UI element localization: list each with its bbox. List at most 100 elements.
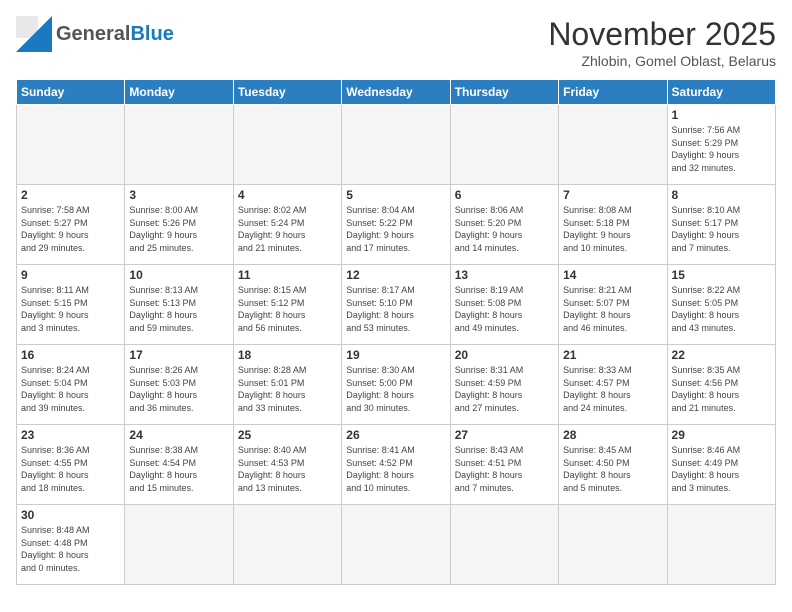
day-number: 18 (238, 348, 337, 362)
day-sun-info: Sunrise: 8:02 AM Sunset: 5:24 PM Dayligh… (238, 204, 337, 254)
calendar-cell: 5Sunrise: 8:04 AM Sunset: 5:22 PM Daylig… (342, 185, 450, 265)
day-number: 6 (455, 188, 554, 202)
day-sun-info: Sunrise: 8:24 AM Sunset: 5:04 PM Dayligh… (21, 364, 120, 414)
day-sun-info: Sunrise: 8:17 AM Sunset: 5:10 PM Dayligh… (346, 284, 445, 334)
calendar-cell: 25 Sunrise: 8:40 AM Sunset: 4:53 PM Dayli… (233, 425, 341, 505)
day-number: 25 (238, 428, 337, 442)
weekday-header-saturday: Saturday (667, 80, 775, 105)
calendar-cell: 4 Sunrise: 8:02 AM Sunset: 5:24 PM Daylig… (233, 185, 341, 265)
day-sun-info: Sunrise: 8:22 AM Sunset: 5:05 PM Dayligh… (672, 284, 771, 334)
calendar-week-row: 9 Sunrise: 8:11 AM Sunset: 5:15 PM Daylig… (17, 265, 776, 345)
day-sun-info: Sunrise: 8:40 AM Sunset: 4:53 PM Dayligh… (238, 444, 337, 494)
calendar-cell (667, 505, 775, 585)
calendar-cell (233, 105, 341, 185)
day-number: 5 (346, 188, 445, 202)
calendar-cell: 17 Sunrise: 8:26 AM Sunset: 5:03 PM Dayli… (125, 345, 233, 425)
day-sun-info: Sunrise: 8:38 AM Sunset: 4:54 PM Dayligh… (129, 444, 228, 494)
calendar-cell: 24 Sunrise: 8:38 AM Sunset: 4:54 PM Dayli… (125, 425, 233, 505)
day-sun-info: Sunrise: 8:31 AM Sunset: 4:59 PM Dayligh… (455, 364, 554, 414)
title-block: November 2025 Zhlobin, Gomel Oblast, Bel… (548, 16, 776, 69)
day-sun-info: Sunrise: 8:45 AM Sunset: 4:50 PM Dayligh… (563, 444, 662, 494)
day-sun-info: Sunrise: 8:46 AM Sunset: 4:49 PM Dayligh… (672, 444, 771, 494)
day-sun-info: Sunrise: 8:11 AM Sunset: 5:15 PM Dayligh… (21, 284, 120, 334)
day-number: 29 (672, 428, 771, 442)
calendar-cell (125, 105, 233, 185)
calendar-cell: 1 Sunrise: 7:56 AM Sunset: 5:29 PM Daylig… (667, 105, 775, 185)
day-number: 4 (238, 188, 337, 202)
calendar-cell: 15 Sunrise: 8:22 AM Sunset: 5:05 PM Dayli… (667, 265, 775, 345)
calendar-cell: 29 Sunrise: 8:46 AM Sunset: 4:49 PM Dayli… (667, 425, 775, 505)
calendar-cell: 16 Sunrise: 8:24 AM Sunset: 5:04 PM Dayli… (17, 345, 125, 425)
calendar-week-row: 23Sunrise: 8:36 AM Sunset: 4:55 PM Dayli… (17, 425, 776, 505)
calendar-body: 1 Sunrise: 7:56 AM Sunset: 5:29 PM Daylig… (17, 105, 776, 585)
day-number: 24 (129, 428, 228, 442)
calendar-cell (450, 105, 558, 185)
day-number: 17 (129, 348, 228, 362)
logo: GeneralBlue (16, 16, 174, 52)
calendar-cell (559, 105, 667, 185)
calendar-cell (559, 505, 667, 585)
calendar-cell: 27Sunrise: 8:43 AM Sunset: 4:51 PM Dayli… (450, 425, 558, 505)
month-title: November 2025 (548, 16, 776, 53)
day-sun-info: Sunrise: 8:26 AM Sunset: 5:03 PM Dayligh… (129, 364, 228, 414)
day-number: 9 (21, 268, 120, 282)
day-sun-info: Sunrise: 8:28 AM Sunset: 5:01 PM Dayligh… (238, 364, 337, 414)
calendar-cell: 8Sunrise: 8:10 AM Sunset: 5:17 PM Daylig… (667, 185, 775, 265)
weekday-header-row: SundayMondayTuesdayWednesdayThursdayFrid… (17, 80, 776, 105)
calendar-week-row: 30 Sunrise: 8:48 AM Sunset: 4:48 PM Dayli… (17, 505, 776, 585)
weekday-header-thursday: Thursday (450, 80, 558, 105)
calendar-cell: 9 Sunrise: 8:11 AM Sunset: 5:15 PM Daylig… (17, 265, 125, 345)
weekday-header-wednesday: Wednesday (342, 80, 450, 105)
day-number: 21 (563, 348, 662, 362)
calendar-cell: 14Sunrise: 8:21 AM Sunset: 5:07 PM Dayli… (559, 265, 667, 345)
calendar-cell: 30 Sunrise: 8:48 AM Sunset: 4:48 PM Dayli… (17, 505, 125, 585)
day-sun-info: Sunrise: 8:33 AM Sunset: 4:57 PM Dayligh… (563, 364, 662, 414)
day-number: 20 (455, 348, 554, 362)
day-sun-info: Sunrise: 8:41 AM Sunset: 4:52 PM Dayligh… (346, 444, 445, 494)
logo-general: General (56, 23, 130, 45)
calendar-cell: 3Sunrise: 8:00 AM Sunset: 5:26 PM Daylig… (125, 185, 233, 265)
day-sun-info: Sunrise: 8:15 AM Sunset: 5:12 PM Dayligh… (238, 284, 337, 334)
calendar-cell: 7Sunrise: 8:08 AM Sunset: 5:18 PM Daylig… (559, 185, 667, 265)
day-number: 11 (238, 268, 337, 282)
day-number: 15 (672, 268, 771, 282)
calendar-cell (17, 105, 125, 185)
calendar-cell: 10 Sunrise: 8:13 AM Sunset: 5:13 PM Dayli… (125, 265, 233, 345)
day-number: 10 (129, 268, 228, 282)
day-sun-info: Sunrise: 8:48 AM Sunset: 4:48 PM Dayligh… (21, 524, 120, 574)
day-number: 19 (346, 348, 445, 362)
day-number: 2 (21, 188, 120, 202)
day-sun-info: Sunrise: 8:13 AM Sunset: 5:13 PM Dayligh… (129, 284, 228, 334)
calendar-cell (125, 505, 233, 585)
day-sun-info: Sunrise: 8:10 AM Sunset: 5:17 PM Dayligh… (672, 204, 771, 254)
calendar-cell: 12Sunrise: 8:17 AM Sunset: 5:10 PM Dayli… (342, 265, 450, 345)
calendar-cell (233, 505, 341, 585)
calendar-header: SundayMondayTuesdayWednesdayThursdayFrid… (17, 80, 776, 105)
day-number: 13 (455, 268, 554, 282)
day-number: 27 (455, 428, 554, 442)
day-number: 22 (672, 348, 771, 362)
day-sun-info: Sunrise: 7:58 AM Sunset: 5:27 PM Dayligh… (21, 204, 120, 254)
calendar-cell (450, 505, 558, 585)
calendar-cell: 21 Sunrise: 8:33 AM Sunset: 4:57 PM Dayli… (559, 345, 667, 425)
day-number: 16 (21, 348, 120, 362)
logo-icon (16, 16, 52, 52)
calendar-cell: 6Sunrise: 8:06 AM Sunset: 5:20 PM Daylig… (450, 185, 558, 265)
day-number: 3 (129, 188, 228, 202)
calendar-week-row: 1 Sunrise: 7:56 AM Sunset: 5:29 PM Daylig… (17, 105, 776, 185)
day-sun-info: Sunrise: 8:21 AM Sunset: 5:07 PM Dayligh… (563, 284, 662, 334)
logo-blue: Blue (130, 23, 173, 45)
day-sun-info: Sunrise: 7:56 AM Sunset: 5:29 PM Dayligh… (672, 124, 771, 174)
day-number: 30 (21, 508, 120, 522)
calendar-cell: 19Sunrise: 8:30 AM Sunset: 5:00 PM Dayli… (342, 345, 450, 425)
calendar-cell: 26Sunrise: 8:41 AM Sunset: 4:52 PM Dayli… (342, 425, 450, 505)
calendar-cell: 20 Sunrise: 8:31 AM Sunset: 4:59 PM Dayli… (450, 345, 558, 425)
calendar-cell: 18 Sunrise: 8:28 AM Sunset: 5:01 PM Dayli… (233, 345, 341, 425)
calendar-cell: 22Sunrise: 8:35 AM Sunset: 4:56 PM Dayli… (667, 345, 775, 425)
calendar-cell: 23Sunrise: 8:36 AM Sunset: 4:55 PM Dayli… (17, 425, 125, 505)
weekday-header-tuesday: Tuesday (233, 80, 341, 105)
weekday-header-sunday: Sunday (17, 80, 125, 105)
weekday-header-monday: Monday (125, 80, 233, 105)
calendar-cell: 11 Sunrise: 8:15 AM Sunset: 5:12 PM Dayli… (233, 265, 341, 345)
day-number: 1 (672, 108, 771, 122)
